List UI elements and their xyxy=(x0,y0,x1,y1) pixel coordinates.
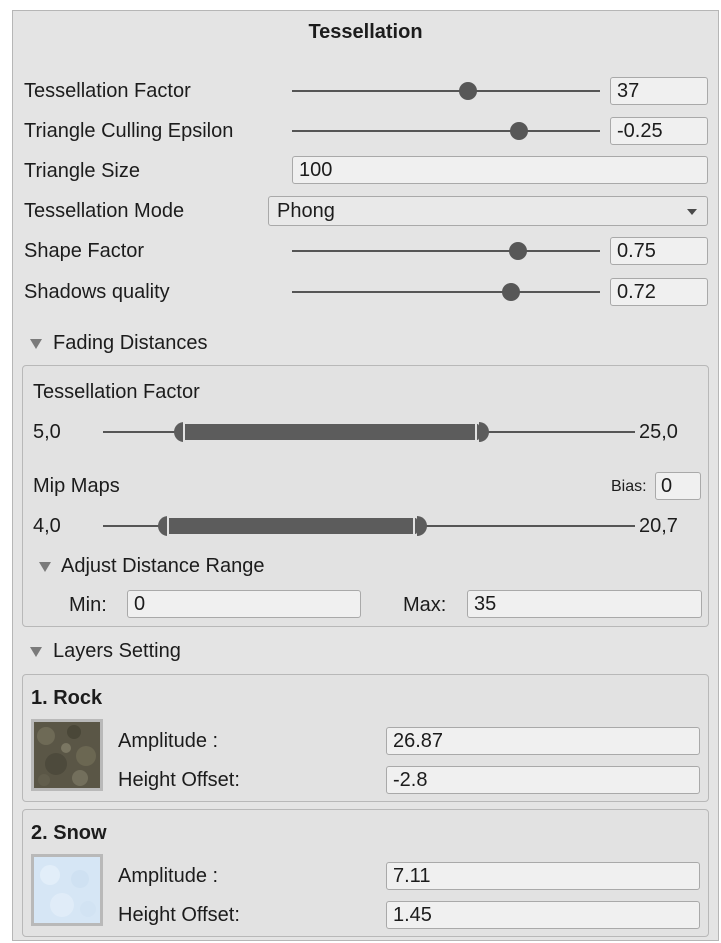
amplitude-label: Amplitude : xyxy=(118,730,219,752)
bias-field[interactable]: 0 xyxy=(655,472,701,500)
tessellation-mode-value: Phong xyxy=(277,200,335,222)
range-max-handle[interactable] xyxy=(479,422,489,442)
shape-factor-field[interactable]: 0.75 xyxy=(610,237,708,265)
chevron-down-icon xyxy=(687,209,697,215)
fading-tessellation-min-value: 5,0 xyxy=(33,421,61,443)
shape-factor-slider[interactable] xyxy=(292,250,600,252)
shape-factor-label: Shape Factor xyxy=(24,240,145,262)
min-label: Min: xyxy=(69,594,107,616)
triangle-culling-epsilon-field[interactable]: -0.25 xyxy=(610,117,708,145)
height-offset-field[interactable]: -2.8 xyxy=(386,766,700,794)
layer-name: 2. Snow xyxy=(31,822,107,844)
height-offset-field[interactable]: 1.45 xyxy=(386,901,700,929)
range-max-notch xyxy=(413,516,415,536)
range-min-notch xyxy=(167,516,169,536)
tessellation-factor-slider-thumb[interactable] xyxy=(459,82,477,100)
triangle-culling-epsilon-slider-thumb[interactable] xyxy=(510,122,528,140)
triangle-size-label: Triangle Size xyxy=(24,160,140,182)
tessellation-mode-dropdown[interactable]: Phong xyxy=(268,196,708,226)
amplitude-field[interactable]: 7.11 xyxy=(386,862,700,890)
triangle-culling-epsilon-slider[interactable] xyxy=(292,130,600,132)
mip-maps-label: Mip Maps xyxy=(33,475,120,497)
range-bar[interactable] xyxy=(167,518,417,534)
layer-box: 1. Rock Amplitude : 26.87 Height Offset:… xyxy=(22,674,709,802)
tessellation-panel: Tessellation Tessellation Factor 37 Tria… xyxy=(12,10,719,941)
shadows-quality-label: Shadows quality xyxy=(24,281,170,303)
mip-maps-min-value: 4,0 xyxy=(33,515,61,537)
triangle-size-field[interactable]: 100 xyxy=(292,156,708,184)
tessellation-factor-slider[interactable] xyxy=(292,90,600,92)
triangle-culling-epsilon-label: Triangle Culling Epsilon xyxy=(24,120,234,142)
layer-name: 1. Rock xyxy=(31,687,103,709)
rock-texture xyxy=(34,722,100,788)
layers-setting-foldout[interactable]: Layers Setting xyxy=(53,637,181,665)
shape-factor-slider-thumb[interactable] xyxy=(509,242,527,260)
bias-label: Bias: xyxy=(611,478,647,495)
height-offset-label: Height Offset: xyxy=(118,904,240,926)
shadows-quality-slider-thumb[interactable] xyxy=(502,283,520,301)
range-max-handle[interactable] xyxy=(417,516,427,536)
foldout-triangle-icon[interactable] xyxy=(39,562,51,572)
max-label: Max: xyxy=(403,594,447,616)
fading-tessellation-factor-label: Tessellation Factor xyxy=(33,381,200,403)
foldout-triangle-icon[interactable] xyxy=(30,647,42,657)
shadows-quality-field[interactable]: 0.72 xyxy=(610,278,708,306)
layer-box: 2. Snow Amplitude : 7.11 Height Offset: … xyxy=(22,809,709,937)
layer-texture-thumbnail[interactable] xyxy=(31,854,103,926)
layer-texture-thumbnail[interactable] xyxy=(31,719,103,791)
min-distance-field[interactable]: 0 xyxy=(127,590,361,618)
tessellation-mode-label: Tessellation Mode xyxy=(24,200,185,222)
adjust-distance-range-foldout[interactable]: Adjust Distance Range xyxy=(61,552,264,580)
fading-distances-box: Tessellation Factor 5,0 25,0 Mip Maps Bi… xyxy=(22,365,709,627)
shadows-quality-slider[interactable] xyxy=(292,291,600,293)
foldout-triangle-icon[interactable] xyxy=(30,339,42,349)
range-min-notch xyxy=(183,422,185,442)
height-offset-label: Height Offset: xyxy=(118,769,240,791)
panel-title: Tessellation xyxy=(308,21,423,43)
tessellation-factor-field[interactable]: 37 xyxy=(610,77,708,105)
amplitude-label: Amplitude : xyxy=(118,865,219,887)
range-bar[interactable] xyxy=(183,424,479,440)
tessellation-factor-label: Tessellation Factor xyxy=(24,80,191,102)
max-distance-field[interactable]: 35 xyxy=(467,590,702,618)
amplitude-field[interactable]: 26.87 xyxy=(386,727,700,755)
mip-maps-max-value: 20,7 xyxy=(639,515,678,537)
fading-tessellation-max-value: 25,0 xyxy=(639,421,678,443)
fading-distances-foldout[interactable]: Fading Distances xyxy=(53,329,208,357)
snow-texture xyxy=(34,857,100,923)
range-max-notch xyxy=(475,422,477,442)
